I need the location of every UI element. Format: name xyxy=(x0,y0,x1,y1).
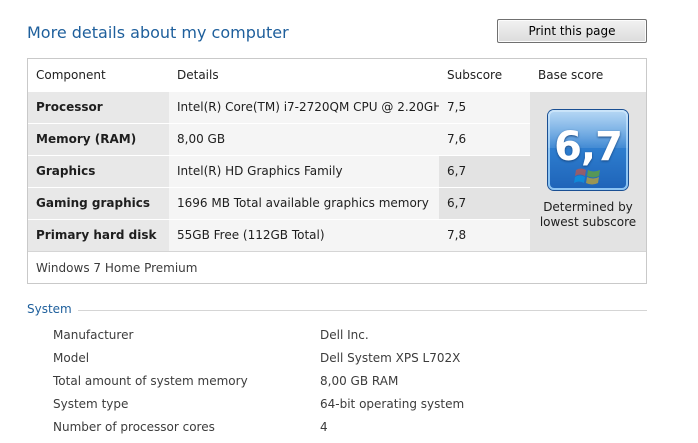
system-info-value: Dell System XPS L702X xyxy=(320,351,461,365)
row-details: Intel(R) HD Graphics Family xyxy=(169,156,439,187)
header-details: Details xyxy=(177,68,219,82)
system-info-label: Manufacturer xyxy=(53,328,134,342)
row-details: 1696 MB Total available graphics memory xyxy=(169,188,439,219)
system-info-row: Model Dell System XPS L702X xyxy=(53,351,653,373)
system-info-label: Total amount of system memory xyxy=(53,374,248,388)
base-score-panel: 6,7 Determined by lowest subscore xyxy=(530,92,646,251)
system-section-header: System xyxy=(27,302,647,318)
row-subscore: 6,7 xyxy=(439,156,530,187)
windows-edition: Windows 7 Home Premium xyxy=(28,251,646,283)
print-page-button[interactable]: Print this page xyxy=(497,19,647,43)
system-info-label: Number of processor cores xyxy=(53,420,215,434)
wei-details-page: More details about my computer Print thi… xyxy=(0,0,698,443)
section-divider xyxy=(71,310,647,311)
base-score-caption: Determined by lowest subscore xyxy=(539,200,637,229)
base-score-value: 6,7 xyxy=(554,124,623,170)
header-base-score: Base score xyxy=(538,68,604,82)
page-title: More details about my computer xyxy=(27,23,289,42)
system-info-label: System type xyxy=(53,397,129,411)
row-subscore: 7,6 xyxy=(439,124,530,155)
row-subscore: 6,7 xyxy=(439,188,530,219)
system-info-value: 8,00 GB RAM xyxy=(320,374,399,388)
system-info-value: 4 xyxy=(320,420,328,434)
system-info-value: Dell Inc. xyxy=(320,328,369,342)
row-component: Processor xyxy=(28,92,169,123)
row-component: Graphics xyxy=(28,156,169,187)
row-subscore: 7,8 xyxy=(439,220,530,251)
system-info-value: 64-bit operating system xyxy=(320,397,465,411)
row-details: Intel(R) Core(TM) i7-2720QM CPU @ 2.20GH… xyxy=(169,92,439,123)
system-info-row: Number of processor cores 4 xyxy=(53,420,653,442)
row-details: 8,00 GB xyxy=(169,124,439,155)
system-info-row: Total amount of system memory 8,00 GB RA… xyxy=(53,374,653,396)
windows-flag-icon xyxy=(574,168,600,185)
row-details: 55GB Free (112GB Total) xyxy=(169,220,439,251)
system-info-row: System type 64-bit operating system xyxy=(53,397,653,419)
system-section-title: System xyxy=(27,302,78,316)
header-subscore: Subscore xyxy=(447,68,503,82)
row-component: Memory (RAM) xyxy=(28,124,169,155)
row-subscore: 7,5 xyxy=(439,92,530,123)
header-component: Component xyxy=(36,68,106,82)
table-header: Component Details Subscore Base score xyxy=(28,59,646,91)
system-info-row: Manufacturer Dell Inc. xyxy=(53,328,653,350)
row-component: Primary hard disk xyxy=(28,220,169,251)
score-table: Component Details Subscore Base score Pr… xyxy=(27,58,647,284)
row-component: Gaming graphics xyxy=(28,188,169,219)
base-score-badge: 6,7 xyxy=(548,110,628,190)
system-info-label: Model xyxy=(53,351,90,365)
